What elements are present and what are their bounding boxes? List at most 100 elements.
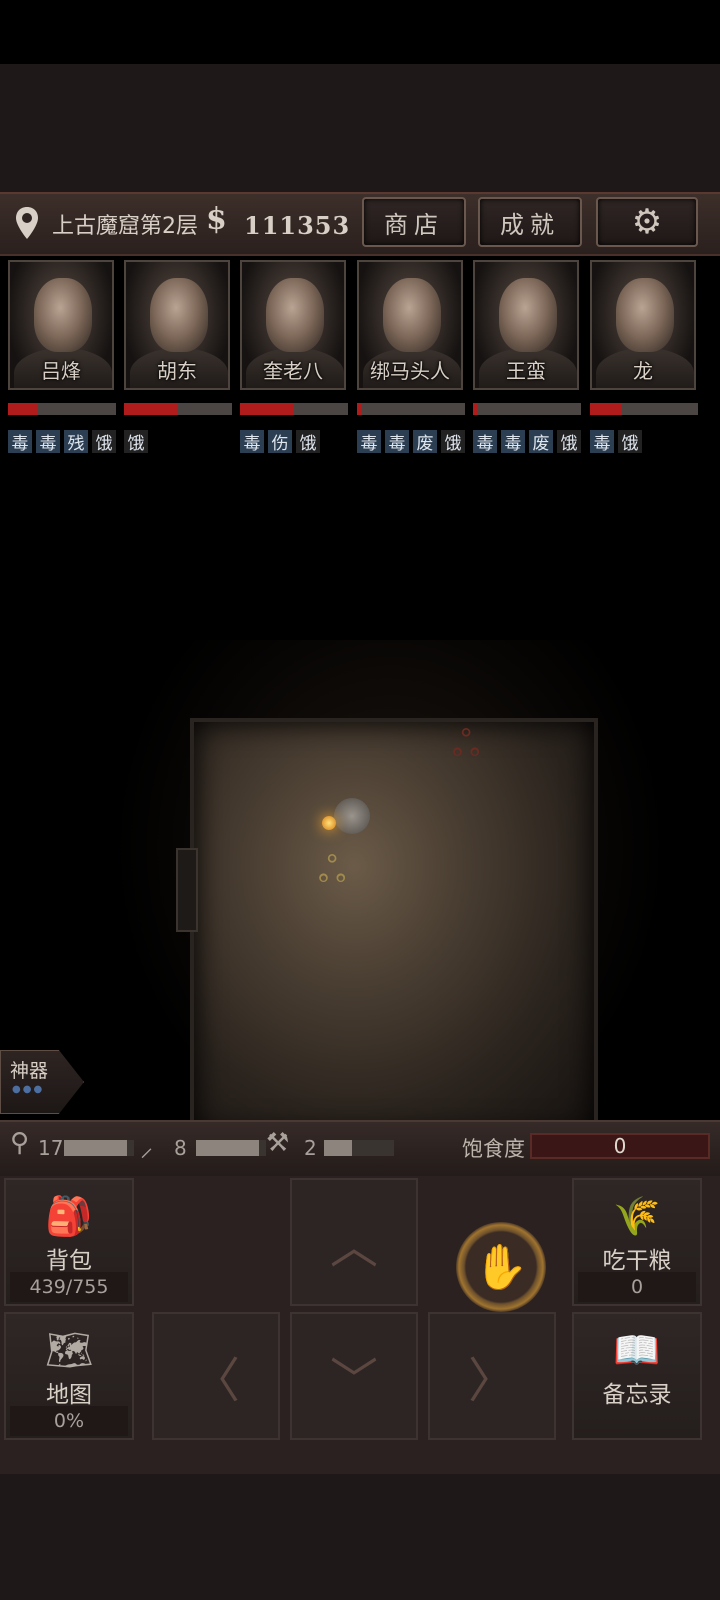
map-icon: 🗺 — [44, 1328, 94, 1372]
satiety-label: 饱食度 — [462, 1137, 525, 1161]
status-tag[interactable]: 饿 — [441, 430, 465, 454]
move-down-button[interactable]: ﹀ — [290, 1312, 418, 1440]
hp-fill — [473, 403, 479, 415]
status-tag[interactable]: 毒 — [501, 430, 525, 454]
hp-bar — [473, 403, 581, 415]
status-tag[interactable]: 废 — [529, 430, 553, 454]
rune-symbol-icon[interactable]: ஃ — [318, 850, 346, 896]
member-name: 王蛮 — [506, 359, 546, 383]
hp-bar — [357, 403, 465, 415]
status-tag[interactable]: 毒 — [36, 430, 60, 454]
portrait-face — [34, 278, 92, 352]
ration-count: 0 — [578, 1272, 696, 1302]
settings-button[interactable]: ⚙ — [596, 197, 698, 247]
move-right-button[interactable]: 〉 — [428, 1312, 556, 1440]
arrow-down-icon: ﹀ — [329, 1353, 378, 1409]
hp-fill — [240, 403, 294, 415]
tool-durability-bar — [64, 1140, 134, 1156]
memo-button[interactable]: 📖 备忘录 — [572, 1312, 702, 1440]
artifact-dots: ●●● — [12, 1084, 45, 1095]
gear-icon: ⚙ — [631, 202, 663, 242]
portrait-card[interactable]: 王蛮 — [473, 260, 579, 390]
satiety-bar: 0 — [530, 1133, 710, 1159]
tool-count: 2 — [304, 1136, 317, 1160]
status-bar — [0, 0, 720, 64]
portrait-card[interactable]: 奎老八 — [240, 260, 346, 390]
hp-bar — [590, 403, 698, 415]
bottom-band — [0, 1474, 720, 1600]
member-name: 吕烽 — [41, 359, 81, 383]
tool-count: 8 — [174, 1136, 187, 1160]
map-button[interactable]: 🗺 地图 0% — [4, 1312, 134, 1440]
status-tag[interactable]: 毒 — [240, 430, 264, 454]
eat-ration-button[interactable]: 🌾 吃干粮 0 — [572, 1178, 702, 1306]
tool-durability-fill — [324, 1140, 352, 1156]
door[interactable] — [176, 848, 198, 932]
member-name: 绑马头人 — [370, 359, 450, 383]
status-tag[interactable]: 毒 — [473, 430, 497, 454]
tool-count: 17 — [38, 1136, 64, 1160]
portrait-face — [616, 278, 674, 352]
status-tag[interactable]: 毒 — [8, 430, 32, 454]
grain-sack-icon: 🌾 — [613, 1194, 661, 1238]
move-left-button[interactable]: 〈 — [152, 1312, 280, 1440]
currency-icon: $ — [206, 202, 227, 237]
hp-bar — [8, 403, 116, 415]
interact-button[interactable]: ✋ — [456, 1222, 546, 1312]
artifact-label: 神器 — [10, 1060, 49, 1082]
status-tag[interactable]: 饿 — [296, 430, 320, 454]
portrait-face — [266, 278, 324, 352]
status-tag[interactable]: 饿 — [92, 430, 116, 454]
status-tag[interactable]: 毒 — [357, 430, 381, 454]
backpack-button[interactable]: 🎒 背包 439/755 — [4, 1178, 134, 1306]
backpack-icon: 🎒 — [45, 1194, 93, 1238]
portrait-face — [499, 278, 557, 352]
dungeon-room[interactable] — [190, 718, 598, 1138]
hp-bar — [240, 403, 348, 415]
torch-light-icon — [322, 816, 336, 830]
hp-fill — [590, 403, 623, 415]
member-name: 龙 — [633, 359, 653, 383]
tool-durability-fill — [196, 1140, 259, 1156]
status-tag[interactable]: 饿 — [557, 430, 581, 454]
status-tag[interactable]: 废 — [413, 430, 437, 454]
portrait-card[interactable]: 胡东 — [124, 260, 230, 390]
hand-icon: ✋ — [473, 1242, 529, 1293]
location-label: 上古魔窟第2层 — [52, 214, 198, 239]
status-tag[interactable]: 毒 — [590, 430, 614, 454]
status-tags: 毒伤饿 — [240, 430, 320, 454]
memo-label: 备忘录 — [602, 1382, 672, 1408]
move-up-button[interactable]: ︿ — [290, 1178, 418, 1306]
portrait-card[interactable]: 吕烽 — [8, 260, 114, 390]
status-tags: 饿 — [124, 430, 148, 454]
top-band — [0, 64, 720, 192]
status-tag[interactable]: 残 — [64, 430, 88, 454]
portrait-card[interactable]: 绑马头人 — [357, 260, 463, 390]
portrait-face — [383, 278, 441, 352]
map-progress: 0% — [10, 1406, 128, 1436]
arrow-up-icon: ︿ — [329, 1219, 378, 1275]
status-tag[interactable]: 毒 — [385, 430, 409, 454]
tool-durability-bar — [196, 1140, 266, 1156]
portrait-face — [150, 278, 208, 352]
hp-bar — [124, 403, 232, 415]
hp-fill — [357, 403, 363, 415]
map-label: 地图 — [46, 1382, 92, 1408]
member-name: 奎老八 — [263, 359, 323, 383]
shop-button[interactable]: 商店 — [362, 197, 466, 247]
tool-durability-fill — [64, 1140, 127, 1156]
achievement-button[interactable]: 成就 — [478, 197, 582, 247]
member-name: 胡东 — [157, 359, 197, 383]
backpack-capacity: 439/755 — [10, 1272, 128, 1302]
status-tag[interactable]: 伤 — [268, 430, 292, 454]
eat-ration-label: 吃干粮 — [602, 1248, 672, 1274]
location-pin-icon — [16, 207, 38, 239]
status-tags: 毒饿 — [590, 430, 642, 454]
status-tag[interactable]: 饿 — [124, 430, 148, 454]
portrait-card[interactable]: 龙 — [590, 260, 696, 390]
status-tag[interactable]: 饿 — [618, 430, 642, 454]
hp-fill — [124, 403, 178, 415]
backpack-label: 背包 — [46, 1248, 92, 1274]
blood-symbol-icon: ஃ — [452, 724, 481, 765]
status-tags: 毒毒残饿 — [8, 430, 116, 454]
